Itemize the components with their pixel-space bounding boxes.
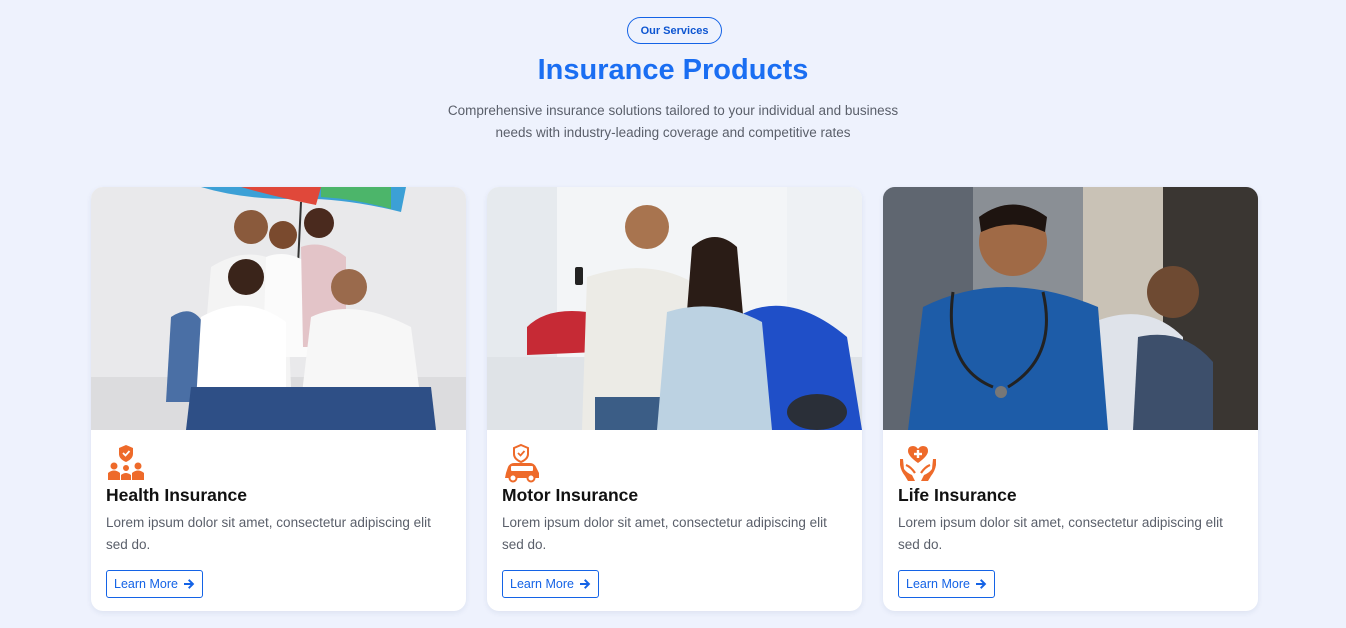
doctor-with-patient-photo — [883, 187, 1258, 430]
learn-more-label: Learn More — [510, 577, 574, 591]
family-under-umbrella-photo — [91, 187, 466, 430]
arrow-right-icon — [975, 579, 987, 589]
card-title: Motor Insurance — [502, 485, 639, 505]
arrow-right-icon — [183, 579, 195, 589]
product-card-motor: Motor Insurance Lorem ipsum dolor sit am… — [487, 187, 862, 611]
learn-more-button[interactable]: Learn More — [502, 570, 599, 598]
card-description: Lorem ipsum dolor sit amet, consectetur … — [106, 515, 431, 552]
card-description: Lorem ipsum dolor sit amet, consectetur … — [502, 515, 827, 552]
learn-more-label: Learn More — [114, 577, 178, 591]
family-shield-icon — [106, 443, 146, 483]
section-subtitle: Comprehensive insurance solutions tailor… — [423, 100, 923, 144]
subtitle-line-2: needs with industry-leading coverage and… — [495, 125, 851, 140]
arrow-right-icon — [579, 579, 591, 589]
car-shield-icon — [502, 443, 542, 483]
card-title: Life Insurance — [898, 485, 1017, 505]
card-title: Health Insurance — [106, 485, 248, 505]
section-title: Insurance Products — [537, 54, 809, 86]
card-description: Lorem ipsum dolor sit amet, consectetur … — [898, 515, 1223, 552]
product-card-health: Health Insurance Lorem ipsum dolor sit a… — [91, 187, 466, 611]
section-badge: Our Services — [627, 17, 722, 44]
product-card-life: Life Insurance Lorem ipsum dolor sit ame… — [883, 187, 1258, 611]
hands-heart-icon — [898, 443, 938, 483]
couple-with-car-keys-photo — [487, 187, 862, 430]
learn-more-label: Learn More — [906, 577, 970, 591]
learn-more-button[interactable]: Learn More — [898, 570, 995, 598]
learn-more-button[interactable]: Learn More — [106, 570, 203, 598]
subtitle-line-1: Comprehensive insurance solutions tailor… — [447, 103, 899, 118]
